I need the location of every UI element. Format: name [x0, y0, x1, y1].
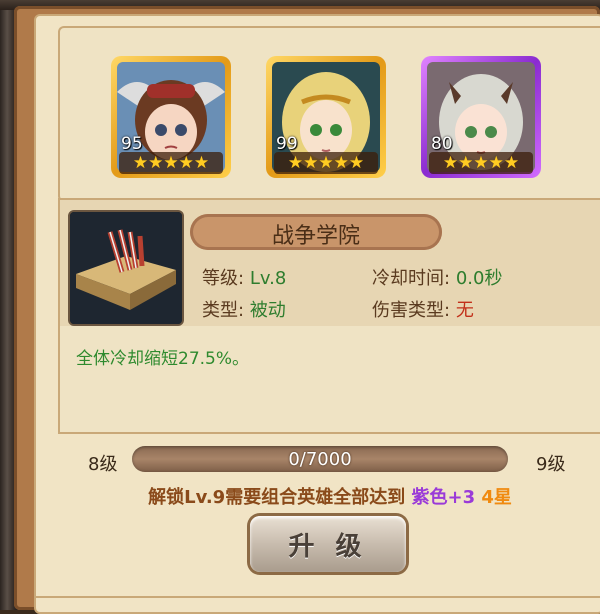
star-rating: ★★★★★: [429, 152, 533, 174]
upgrade-button-label: 升 级: [288, 532, 368, 562]
cooldown-value: 0.0秒: [455, 268, 503, 289]
next-level-label: 9级: [536, 454, 566, 475]
unlock-quality: 紫色+3: [411, 487, 476, 508]
cooldown-row: 冷却时间: 0.0秒: [372, 264, 502, 290]
star-rating: ★★★★★: [274, 152, 378, 174]
hero-level: 99: [276, 134, 298, 154]
damage-type-row: 伤害类型: 无: [372, 296, 474, 322]
type-label: 类型:: [202, 300, 245, 321]
progress-text: 0/7000: [288, 449, 352, 470]
skill-level-row: 等级: Lv.8: [202, 264, 286, 290]
skill-description: 全体冷却缩短27.5%。: [76, 349, 250, 369]
skill-name-plate: 战争学院: [190, 214, 442, 250]
upgrade-button[interactable]: 升 级: [250, 516, 406, 572]
current-level-label: 8级: [88, 454, 118, 475]
hero-portrait-1[interactable]: 95 ★★★★★: [111, 56, 231, 178]
skill-book-icon[interactable]: [68, 210, 184, 326]
skill-name: 战争学院: [271, 224, 360, 249]
unlock-stars: 4星: [475, 487, 512, 508]
progress-bar: 0/7000: [132, 446, 508, 472]
hero-level: 80: [431, 134, 453, 154]
damage-type-label: 伤害类型:: [372, 300, 451, 321]
damage-type-value: 无: [455, 300, 474, 321]
hero-portrait-3[interactable]: 80 ★★★★★: [421, 56, 541, 178]
level-value: Lv.8: [249, 268, 287, 289]
unlock-prefix: 解锁Lv.9需要组合英雄全部达到: [148, 487, 412, 508]
hero-portrait-2[interactable]: 99 ★★★★★: [266, 56, 386, 178]
unlock-requirement: 解锁Lv.9需要组合英雄全部达到 紫色+3 4星: [0, 483, 600, 509]
hero-level: 95: [121, 134, 143, 154]
cooldown-label: 冷却时间:: [372, 268, 451, 289]
type-value: 被动: [249, 300, 286, 321]
type-row: 类型: 被动: [202, 296, 286, 322]
level-label: 等级:: [202, 268, 245, 289]
star-rating: ★★★★★: [119, 152, 223, 174]
divider: [34, 596, 600, 598]
